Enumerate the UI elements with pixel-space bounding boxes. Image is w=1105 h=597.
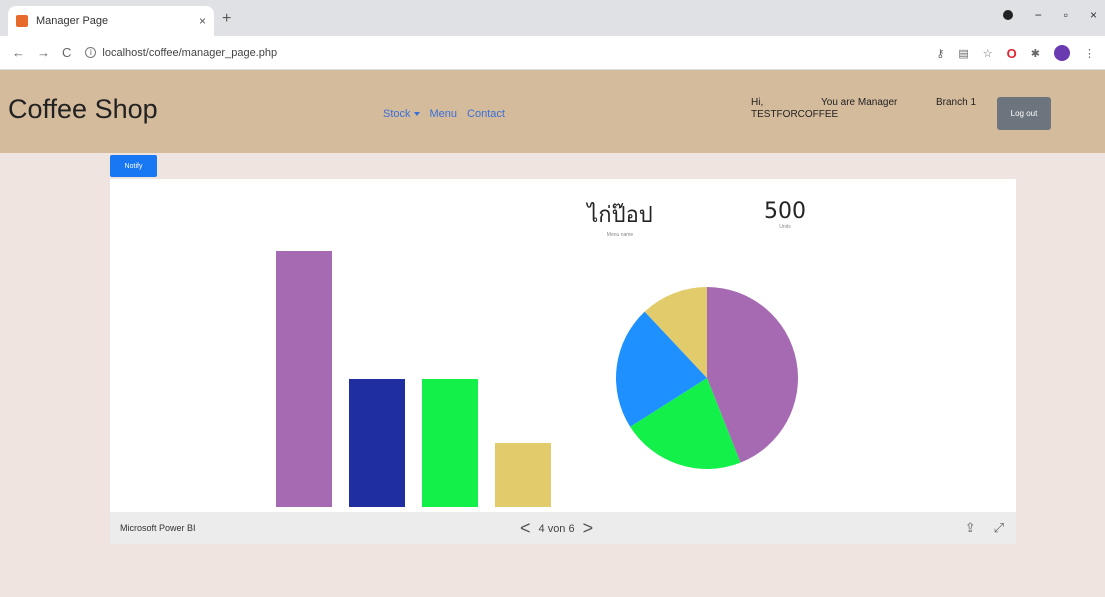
powerbi-label[interactable]: Microsoft Power BI [120,523,196,533]
kpi-card-menu: ไก่ป๊อป Menu name [570,197,670,238]
star-icon[interactable]: ☆ [983,47,993,60]
nav-stock-dropdown[interactable]: Stock [383,108,420,120]
kpi-units-label: Units [779,224,791,230]
new-tab-button[interactable]: + [222,10,231,28]
main-nav: Stock Menu Contact [383,108,505,120]
forward-button[interactable]: → [37,45,50,60]
report-footer: Microsoft Power BI < 4 von 6 > ⇪ ⤢ [110,512,1016,544]
caret-down-icon [413,112,420,117]
logout-button[interactable]: Log out [997,97,1051,130]
nav-menu-link[interactable]: Menu [430,108,458,120]
restore-button[interactable]: ▫ [1064,8,1068,22]
footer-actions: ⇪ ⤢ [965,520,1004,536]
key-icon[interactable]: ⚷ [936,47,944,60]
favicon-icon [16,15,28,27]
record-icon[interactable] [1002,10,1013,20]
page-indicator: 4 von 6 [538,522,575,535]
notify-button[interactable]: Notify [110,155,157,177]
user-role: You are Manager [821,97,898,108]
tab-close-icon[interactable]: × [199,14,206,28]
bar-3[interactable] [495,443,551,507]
next-page-button[interactable]: > [583,518,594,539]
reload-button[interactable]: C [62,45,71,60]
kpi-menu-value: ไก่ป๊อป [587,203,653,228]
share-icon[interactable]: ⇪ [965,520,976,536]
report-charts [276,251,799,507]
kpi-menu-label: Menu name [606,232,634,238]
nav-contact-link[interactable]: Contact [467,108,505,120]
info-icon[interactable]: i [85,47,97,58]
url-field[interactable]: i localhost/coffee/manager_page.php [85,47,277,59]
close-window-button[interactable]: × [1090,8,1097,22]
user-greeting: Hi, TESTFORCOFFEE [751,97,839,120]
nav-stock-label: Stock [383,108,411,120]
bar-2[interactable] [422,379,478,507]
opera-icon[interactable]: O [1007,46,1017,61]
browser-tab-strip: Manager Page × + − ▫ × [0,0,1105,36]
profile-avatar[interactable] [1054,45,1070,61]
prev-page-button[interactable]: < [520,518,531,539]
puzzle-icon[interactable]: ✱ [1031,47,1040,60]
kpi-card-units: 500 Units [755,199,815,230]
browser-tab[interactable]: Manager Page × [8,6,214,36]
fullscreen-icon[interactable]: ⤢ [994,520,1004,536]
tab-title: Manager Page [36,15,109,27]
translate-icon[interactable]: ▤ [958,47,968,60]
bar-1[interactable] [349,379,405,507]
minimize-button[interactable]: − [1035,8,1042,22]
powerbi-report: ไก่ป๊อป Menu name 500 Units Microsoft Po… [110,179,1016,544]
back-button[interactable]: ← [12,45,25,60]
branch-label: Branch 1 [936,97,977,108]
page-navigator: < 4 von 6 > [520,518,593,539]
menu-kebab-icon[interactable]: ⋮ [1084,47,1095,60]
brand-title[interactable]: Coffee Shop [8,94,158,125]
kpi-units-value: 500 [764,199,806,224]
site-header: Coffee Shop Stock Menu Contact Hi, TESTF… [0,70,1105,153]
bar-0[interactable] [276,251,332,507]
url-text: localhost/coffee/manager_page.php [102,46,278,59]
window-controls: − ▫ × [1002,8,1097,22]
extension-icons: ⚷ ▤ ☆ O ✱ ⋮ [936,45,1095,61]
address-bar: ← → C i localhost/coffee/manager_page.ph… [0,36,1105,70]
